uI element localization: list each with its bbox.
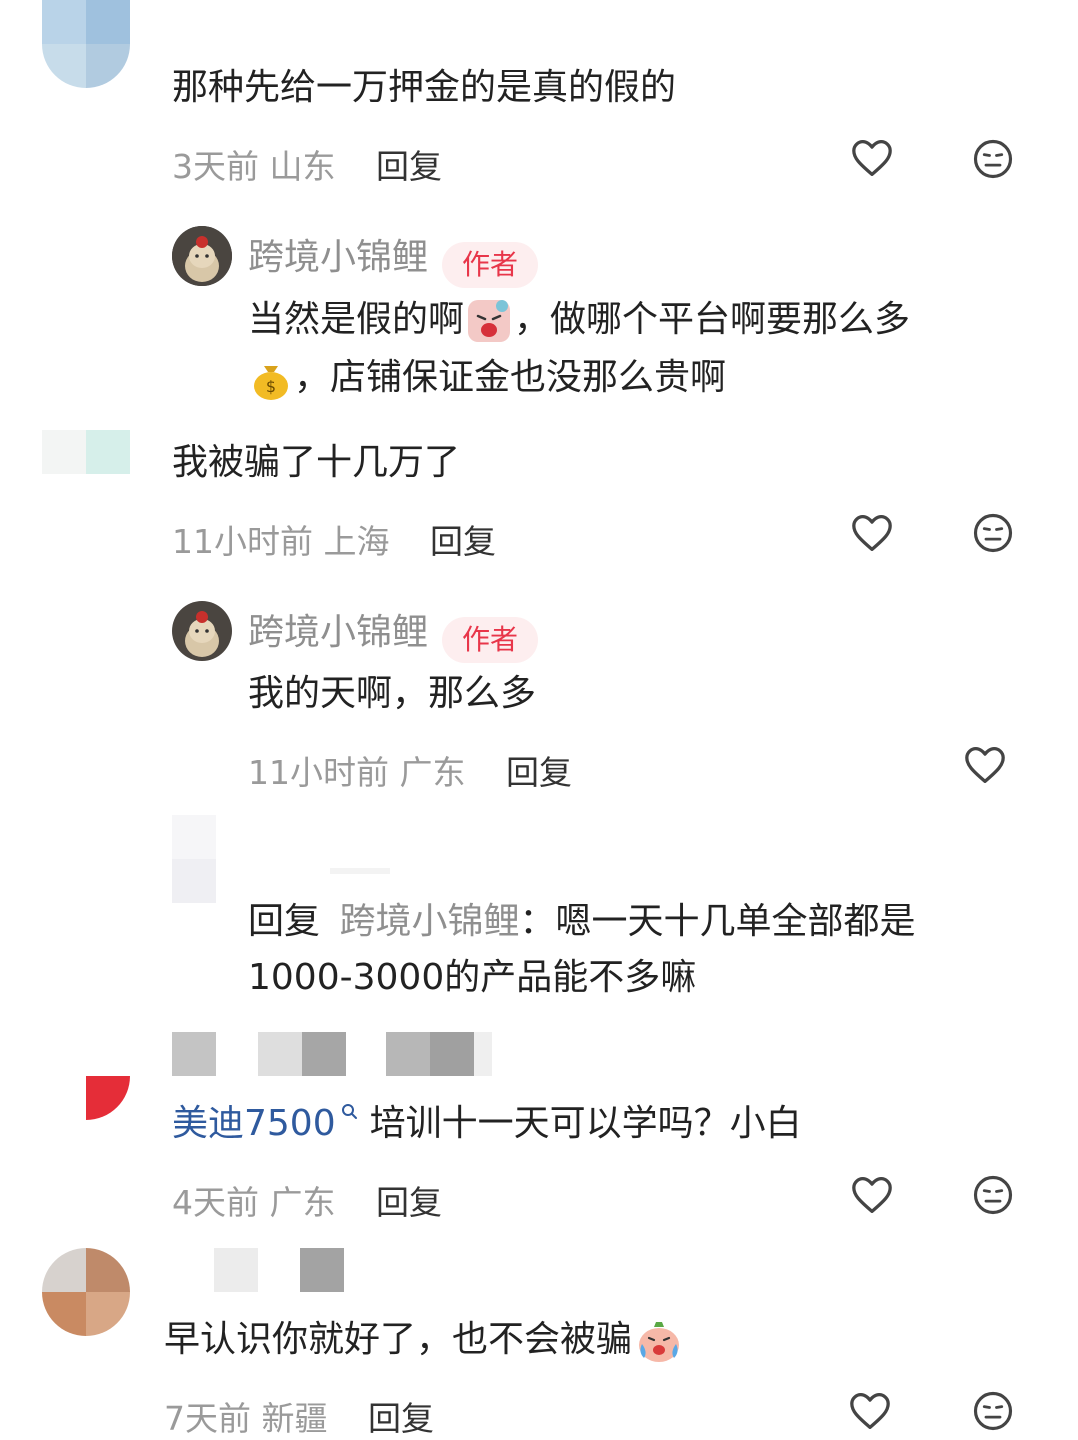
reply-button[interactable]: 回复 xyxy=(376,1183,442,1222)
censored-username xyxy=(330,868,390,874)
comment-time: 4天前 xyxy=(172,1183,259,1222)
author-badge: 作者 xyxy=(442,616,539,663)
comment-text: 培训十一天可以学吗？小白 xyxy=(369,1103,802,1144)
neutral-face-icon[interactable] xyxy=(972,138,1014,180)
neutral-face-icon[interactable] xyxy=(972,1174,1014,1216)
commenter-avatar[interactable] xyxy=(42,1248,130,1336)
comment-location: 广东 xyxy=(269,1183,336,1222)
reply-location: 广东 xyxy=(399,753,466,792)
author-reply-text: 当然是假的啊 xyxy=(248,299,465,340)
comment-time: 11小时前 xyxy=(172,522,313,561)
comment-meta: 11小时前 上海 回复 xyxy=(172,515,496,563)
author-reply-line: $ ，店铺保证金也没那么贵啊 xyxy=(248,350,726,406)
sub-reply-avatar[interactable] xyxy=(172,815,216,903)
comment-time: 3天前 xyxy=(172,147,259,186)
author-name[interactable]: 跨境小锦鲤 xyxy=(248,612,428,653)
neutral-face-icon[interactable] xyxy=(972,1390,1014,1432)
sub-reply-text: ：嗯一天十几单全部都是 xyxy=(519,901,916,942)
reply-time: 11小时前 xyxy=(248,753,389,792)
neutral-face-icon[interactable] xyxy=(972,512,1014,554)
commenter-avatar[interactable] xyxy=(42,430,130,474)
crying-face-emoji-icon xyxy=(468,300,511,342)
reply-meta: 11小时前 广东 回复 xyxy=(248,746,572,794)
heart-icon[interactable] xyxy=(850,513,894,553)
author-avatar[interactable] xyxy=(172,226,232,286)
author-header: 跨境小锦鲤 作者 xyxy=(248,228,539,288)
author-reply-text: ，店铺保证金也没那么贵啊 xyxy=(294,357,727,398)
heart-icon[interactable] xyxy=(848,1391,892,1431)
comment-text: 早认识你就好了，也不会被骗 xyxy=(164,1319,633,1360)
author-reply-text: ，做哪个平台啊要那么多 xyxy=(514,299,911,340)
sub-reply-line: 回复 跨境小锦鲤：嗯一天十几单全部都是 xyxy=(248,894,916,950)
comment-location: 上海 xyxy=(323,522,390,561)
sub-reply-target[interactable]: 跨境小锦鲤 xyxy=(339,901,519,942)
search-icon[interactable] xyxy=(340,1102,360,1124)
comment-text: 那种先给一万押金的是真的假的 xyxy=(172,67,677,108)
commenter-avatar[interactable] xyxy=(42,1032,130,1120)
author-header: 跨境小锦鲤 作者 xyxy=(248,603,539,663)
comment-location: 新疆 xyxy=(261,1399,328,1438)
comment-time: 7天前 xyxy=(164,1399,251,1438)
svg-text:$: $ xyxy=(266,377,276,396)
censored-username xyxy=(172,1032,492,1076)
author-reply-text: 我的天啊，那么多 xyxy=(248,673,537,714)
author-badge: 作者 xyxy=(442,241,539,288)
commenter-avatar[interactable] xyxy=(42,0,130,88)
comment-text-line: 美迪7500 培训十一天可以学吗？小白 xyxy=(172,1096,802,1152)
reply-button[interactable]: 回复 xyxy=(376,147,442,186)
mention-link[interactable]: 美迪7500 xyxy=(172,1103,336,1144)
comment-text-line: 早认识你就好了，也不会被骗 xyxy=(164,1312,684,1368)
reply-button[interactable]: 回复 xyxy=(506,753,572,792)
author-name[interactable]: 跨境小锦鲤 xyxy=(248,237,428,278)
comment-meta: 3天前 山东 回复 xyxy=(172,140,442,188)
comment-text: 我被骗了十几万了 xyxy=(172,442,461,483)
censored-username xyxy=(214,1248,344,1292)
heart-icon[interactable] xyxy=(963,745,1007,785)
money-bag-emoji-icon: $ xyxy=(254,366,288,400)
comment-location: 山东 xyxy=(269,147,336,186)
sub-reply-text: 1000-3000的产品能不多嘛 xyxy=(248,957,697,998)
heart-icon[interactable] xyxy=(850,138,894,178)
reply-button[interactable]: 回复 xyxy=(430,522,496,561)
sub-reply-prefix: 回复 xyxy=(248,901,321,942)
author-reply-line: 当然是假的啊 ，做哪个平台啊要那么多 xyxy=(248,292,910,348)
comment-meta: 4天前 广东 回复 xyxy=(172,1176,442,1224)
heart-icon[interactable] xyxy=(850,1175,894,1215)
reply-button[interactable]: 回复 xyxy=(368,1399,434,1438)
author-avatar[interactable] xyxy=(172,601,232,661)
crying-emoji-icon xyxy=(639,1322,680,1362)
comment-meta: 7天前 新疆 回复 xyxy=(164,1392,434,1440)
